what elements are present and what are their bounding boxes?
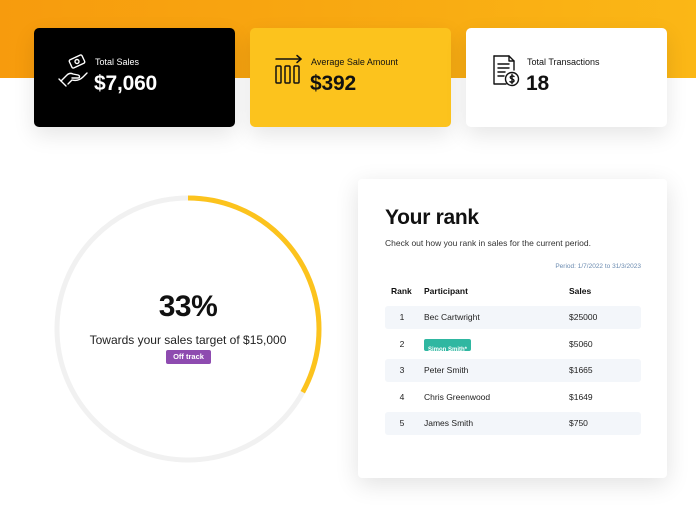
bar-chart-arrow-icon <box>274 54 306 88</box>
target-subtitle: Towards your sales target of $15,000 <box>89 333 287 347</box>
total-transactions-card: Total Transactions 18 <box>466 28 667 127</box>
rank-period: Period: 1/7/2022 to 31/3/2023 <box>555 263 641 270</box>
total-sales-value: $7,060 <box>94 72 158 95</box>
row-rank: 5 <box>399 418 405 428</box>
invoice-dollar-icon <box>490 54 522 88</box>
table-row-current-user: 2 Simon Smith* $5060 <box>385 333 641 356</box>
table-row: 3 Peter Smith $1665 <box>385 359 641 382</box>
row-sales: $1649 <box>569 392 593 402</box>
total-transactions-value: 18 <box>526 72 549 95</box>
total-transactions-label: Total Transactions <box>527 57 600 67</box>
row-sales: $1665 <box>569 365 593 375</box>
row-sales: $750 <box>569 418 588 428</box>
row-rank: 4 <box>399 392 405 402</box>
row-rank: 1 <box>399 312 405 322</box>
average-sale-value: $392 <box>310 72 356 95</box>
average-sale-card: Average Sale Amount $392 <box>250 28 451 127</box>
target-percent: 33% <box>158 290 218 323</box>
row-rank: 3 <box>399 365 405 375</box>
row-rank: 2 <box>399 339 405 349</box>
row-sales: $5060 <box>569 339 593 349</box>
status-badge: Off track <box>166 350 211 364</box>
table-row: 5 James Smith $750 <box>385 412 641 435</box>
row-participant: Chris Greenwood <box>424 392 491 402</box>
row-participant: James Smith <box>424 418 474 428</box>
header-rank: Rank <box>391 286 412 296</box>
row-sales: $25000 <box>569 312 598 322</box>
table-row: 1 Bec Cartwright $25000 <box>385 306 641 329</box>
rank-title: Your rank <box>385 206 479 229</box>
average-sale-label: Average Sale Amount <box>311 57 398 67</box>
total-sales-label: Total Sales <box>95 57 140 67</box>
rank-table-header: Rank Participant Sales <box>385 286 641 298</box>
row-participant: Bec Cartwright <box>424 312 480 322</box>
rank-card: Your rank Check out how you rank in sale… <box>358 179 667 478</box>
header-participant: Participant <box>424 286 468 296</box>
table-row: 4 Chris Greenwood $1649 <box>385 386 641 409</box>
total-sales-card: Total Sales $7,060 <box>34 28 235 127</box>
header-sales: Sales <box>569 286 592 296</box>
money-hand-icon <box>58 54 90 88</box>
rank-description: Check out how you rank in sales for the … <box>385 238 591 248</box>
sales-target-gauge <box>54 195 322 463</box>
row-participant: Peter Smith <box>424 365 469 375</box>
current-user-badge: Simon Smith* <box>424 338 472 353</box>
row-participant: Simon Smith* <box>424 333 472 356</box>
